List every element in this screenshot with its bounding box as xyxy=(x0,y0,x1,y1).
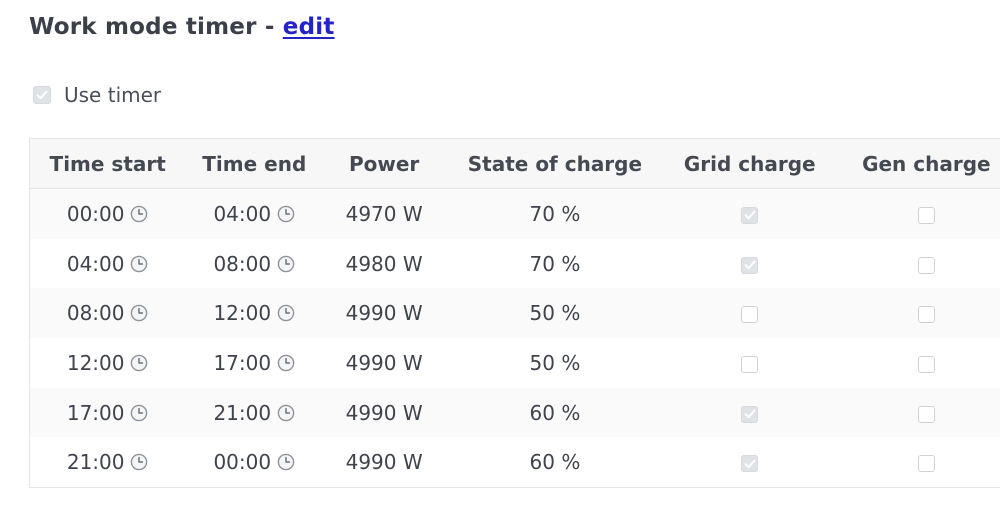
column-header-gen-charge: Gen charge xyxy=(834,138,1000,189)
gen-charge-cell xyxy=(834,188,1000,239)
power-value: 4990 W xyxy=(323,387,446,438)
clock-icon[interactable] xyxy=(130,304,148,322)
grid-charge-checkbox[interactable] xyxy=(741,206,759,224)
title-text: Work mode timer - xyxy=(29,14,283,40)
clock-icon[interactable] xyxy=(277,354,295,372)
state-of-charge-value: 50 % xyxy=(445,288,665,339)
checkmark-icon xyxy=(36,90,48,100)
gen-charge-cell xyxy=(834,338,1000,388)
time-end-cell: 12:00 xyxy=(185,288,324,339)
power-value: 4990 W xyxy=(323,437,446,488)
power-value: 4980 W xyxy=(323,238,446,289)
clock-icon[interactable] xyxy=(130,354,148,372)
grid-charge-cell xyxy=(664,188,835,239)
clock-icon[interactable] xyxy=(277,255,295,273)
column-header-state-of-charge: State of charge xyxy=(445,138,665,189)
clock-icon[interactable] xyxy=(130,255,148,273)
clock-icon[interactable] xyxy=(277,205,295,223)
column-header-time-end: Time end xyxy=(185,138,324,189)
gen-charge-cell xyxy=(834,387,1000,438)
time-start-cell: 00:00 xyxy=(29,188,186,239)
grid-charge-cell xyxy=(664,238,835,289)
checkmark-icon xyxy=(744,409,756,419)
clock-icon[interactable] xyxy=(130,205,148,223)
time-end-value: 08:00 xyxy=(213,251,272,276)
clock-icon[interactable] xyxy=(130,404,148,422)
gen-charge-checkbox[interactable] xyxy=(917,206,935,224)
time-end-value: 12:00 xyxy=(213,301,272,326)
state-of-charge-value: 50 % xyxy=(445,338,665,388)
clock-icon[interactable] xyxy=(277,304,295,322)
grid-charge-cell xyxy=(664,288,835,339)
checkmark-icon xyxy=(744,210,756,220)
gen-charge-checkbox[interactable] xyxy=(917,405,935,423)
checkmark-icon xyxy=(744,459,756,468)
gen-charge-checkbox[interactable] xyxy=(917,256,935,274)
time-end-value: 04:00 xyxy=(213,201,272,226)
clock-icon[interactable] xyxy=(277,453,295,471)
page-title: Work mode timer - edit xyxy=(29,14,335,40)
time-end-value: 21:00 xyxy=(213,400,272,425)
time-start-cell: 08:00 xyxy=(29,288,186,339)
grid-charge-checkbox[interactable] xyxy=(741,405,759,423)
time-start-cell: 21:00 xyxy=(29,437,186,488)
table-row: 08:00 12:00 4990 W 50 % xyxy=(29,288,1000,339)
table-row: 04:00 08:00 4980 W 70 % xyxy=(29,238,1000,289)
column-header-grid-charge: Grid charge xyxy=(664,138,835,189)
gen-charge-cell xyxy=(834,437,1000,488)
grid-charge-checkbox[interactable] xyxy=(741,355,759,373)
table-row: 12:00 17:00 4990 W 50 % xyxy=(29,338,1000,388)
timer-table: Time start Time end Power State of charg… xyxy=(29,138,1000,489)
time-start-value: 08:00 xyxy=(66,301,125,326)
time-start-value: 17:00 xyxy=(66,400,125,425)
time-end-value: 17:00 xyxy=(213,350,272,375)
time-start-value: 21:00 xyxy=(66,450,125,475)
time-end-cell: 08:00 xyxy=(185,238,324,289)
state-of-charge-value: 70 % xyxy=(445,238,665,289)
time-end-cell: 21:00 xyxy=(185,387,324,438)
power-value: 4990 W xyxy=(323,288,446,339)
time-start-cell: 04:00 xyxy=(29,238,186,289)
grid-charge-checkbox[interactable] xyxy=(741,455,759,473)
table-header-row: Time start Time end Power State of charg… xyxy=(29,138,1000,189)
gen-charge-cell xyxy=(834,288,1000,339)
time-start-cell: 12:00 xyxy=(29,338,186,388)
grid-charge-checkbox[interactable] xyxy=(741,306,759,324)
use-timer-control[interactable]: Use timer xyxy=(33,83,161,107)
table-row: 21:00 00:00 4990 W 60 % xyxy=(29,437,1000,488)
table-row: 00:00 04:00 4970 W 70 % xyxy=(29,188,1000,239)
column-header-power: Power xyxy=(323,138,446,189)
time-end-cell: 00:00 xyxy=(185,437,324,488)
edit-link[interactable]: edit xyxy=(283,14,335,40)
gen-charge-checkbox[interactable] xyxy=(917,306,935,324)
grid-charge-cell xyxy=(664,387,835,438)
grid-charge-cell xyxy=(664,338,835,388)
use-timer-checkbox[interactable] xyxy=(33,86,51,104)
time-start-value: 00:00 xyxy=(66,201,125,226)
checkmark-icon xyxy=(744,260,756,270)
timer-table-body: 00:00 04:00 4970 W 70 % 04:00 08:00 4980 W 70 %… xyxy=(29,188,1000,488)
clock-icon[interactable] xyxy=(277,404,295,422)
power-value: 4990 W xyxy=(323,338,446,388)
time-end-cell: 04:00 xyxy=(185,188,324,239)
gen-charge-checkbox[interactable] xyxy=(917,455,935,473)
table-row: 17:00 21:00 4990 W 60 % xyxy=(29,387,1000,438)
state-of-charge-value: 60 % xyxy=(445,387,665,438)
grid-charge-cell xyxy=(664,437,835,488)
column-header-time-start: Time start xyxy=(29,138,186,189)
time-end-cell: 17:00 xyxy=(185,338,324,388)
state-of-charge-value: 70 % xyxy=(445,188,665,239)
time-start-cell: 17:00 xyxy=(29,387,186,438)
time-start-value: 12:00 xyxy=(66,350,125,375)
gen-charge-checkbox[interactable] xyxy=(917,355,935,373)
clock-icon[interactable] xyxy=(130,453,148,471)
gen-charge-cell xyxy=(834,238,1000,289)
time-start-value: 04:00 xyxy=(66,251,125,276)
state-of-charge-value: 60 % xyxy=(445,437,665,488)
use-timer-label: Use timer xyxy=(64,83,162,107)
time-end-value: 00:00 xyxy=(213,450,272,475)
grid-charge-checkbox[interactable] xyxy=(741,256,759,274)
power-value: 4970 W xyxy=(323,188,446,239)
